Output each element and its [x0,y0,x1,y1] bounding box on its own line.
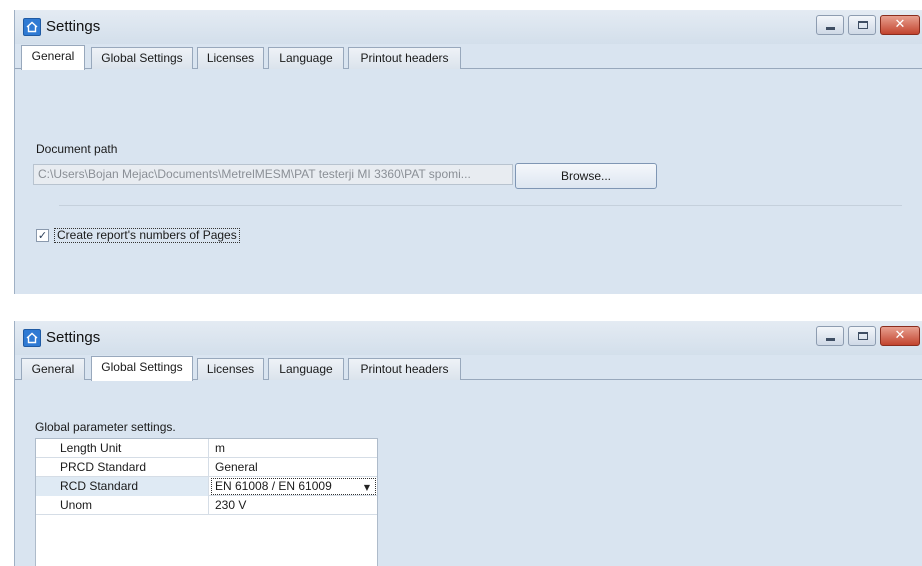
document-path-label: Document path [36,142,118,156]
create-report-pages-checkbox[interactable]: ✓ [36,229,49,242]
maximize-icon [858,21,868,29]
title-bar[interactable]: Settings ✕ [15,10,922,44]
tab-general[interactable]: General [21,45,85,70]
window-title: Settings [46,18,101,35]
settings-window-global: Settings ✕ General Global Settings Licen… [14,321,922,566]
grid-row-value[interactable]: m [210,439,377,458]
window-title: Settings [46,329,101,346]
grid-row-name: Unom [36,496,209,515]
grid-row-value[interactable]: 230 V [210,496,377,515]
maximize-button[interactable] [848,326,876,346]
tab-strip: General Global Settings Licenses Languag… [15,356,922,381]
tab-global-settings[interactable]: Global Settings [91,47,193,69]
grid-row-length-unit[interactable]: Length Unit m [36,439,377,458]
close-button[interactable]: ✕ [880,326,920,346]
chevron-down-icon[interactable]: ▼ [364,480,370,495]
tab-printout-headers[interactable]: Printout headers [348,47,461,69]
tab-licenses[interactable]: Licenses [197,358,264,380]
minimize-icon [826,338,835,341]
tab-strip: General Global Settings Licenses Languag… [15,45,922,70]
general-panel: Document path C:\Users\Bojan Mejac\Docum… [15,69,922,294]
tab-general[interactable]: General [21,358,85,380]
settings-window-general: Settings ✕ General Global Settings Licen… [14,10,922,294]
tab-language[interactable]: Language [268,47,344,69]
grid-row-name: RCD Standard [36,477,209,496]
create-report-pages-label[interactable]: Create report's numbers of Pages [54,228,240,243]
close-icon: ✕ [894,17,906,32]
grid-row-value[interactable]: General [210,458,377,477]
parameter-grid: Length Unit m PRCD Standard General RCD … [35,438,378,566]
tab-language[interactable]: Language [268,358,344,380]
close-button[interactable]: ✕ [880,15,920,35]
grid-row-unom[interactable]: Unom 230 V [36,496,377,515]
minimize-button[interactable] [816,15,844,35]
title-bar[interactable]: Settings ✕ [15,321,922,355]
tab-licenses[interactable]: Licenses [197,47,264,69]
global-settings-heading: Global parameter settings. [35,420,176,434]
home-icon [23,329,41,347]
divider [59,205,902,206]
maximize-button[interactable] [848,15,876,35]
tab-printout-headers[interactable]: Printout headers [348,358,461,380]
document-path-field[interactable]: C:\Users\Bojan Mejac\Documents\MetrelMES… [33,164,513,185]
browse-button[interactable]: Browse... [515,163,657,189]
minimize-button[interactable] [816,326,844,346]
checkmark-icon: ✓ [37,229,48,242]
tab-global-settings[interactable]: Global Settings [91,356,193,381]
home-icon [23,18,41,36]
close-icon: ✕ [894,328,906,343]
minimize-icon [826,27,835,30]
rcd-standard-dropdown[interactable]: EN 61008 / EN 61009 ▼ [211,478,376,495]
grid-row-name: PRCD Standard [36,458,209,477]
grid-row-rcd-standard[interactable]: RCD Standard EN 61008 / EN 61009 ▼ [36,477,377,496]
dropdown-value: EN 61008 / EN 61009 [215,479,332,493]
grid-row-name: Length Unit [36,439,209,458]
maximize-icon [858,332,868,340]
grid-row-prcd-standard[interactable]: PRCD Standard General [36,458,377,477]
